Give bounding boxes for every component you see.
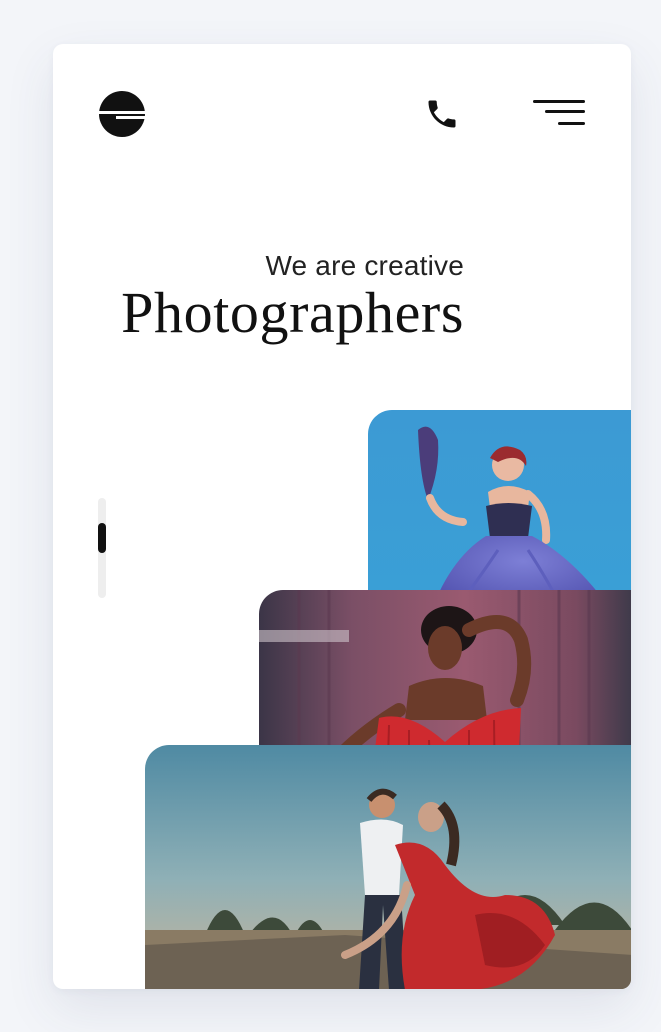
scroll-indicator-track[interactable]	[98, 498, 106, 598]
hero-subtitle: We are creative	[265, 250, 464, 281]
photo-woman-blue-gown-icon	[368, 410, 631, 620]
phone-icon[interactable]	[424, 96, 460, 132]
main-card: We are creative Photographers	[53, 44, 631, 989]
menu-bar-middle	[545, 110, 585, 113]
hamburger-menu-icon[interactable]	[533, 98, 587, 132]
scroll-indicator-thumb[interactable]	[98, 523, 106, 553]
gallery-photo-blue-gown[interactable]	[368, 410, 631, 620]
photo-dancing-couple-icon	[145, 745, 631, 989]
menu-bar-bottom	[558, 122, 585, 125]
logo-icon[interactable]	[98, 90, 146, 138]
menu-bar-top	[533, 100, 585, 103]
hero-title: Photographers	[121, 280, 464, 345]
gallery-photo-dancing-couple[interactable]	[145, 745, 631, 989]
